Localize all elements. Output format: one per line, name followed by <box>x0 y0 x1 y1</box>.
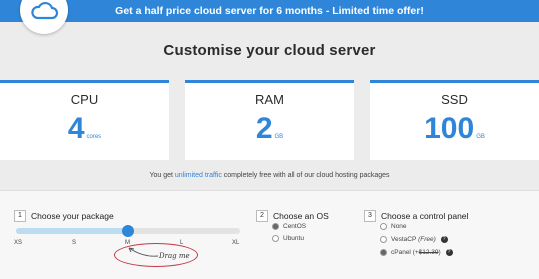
package-step-number: 1 <box>14 209 26 222</box>
cpu-unit: cores <box>86 134 102 140</box>
ssd-card: SSD 100 GB <box>370 80 539 160</box>
note-before: You get <box>149 172 175 179</box>
note-after: completely free with all of our cloud ho… <box>221 172 390 179</box>
ssd-label: SSD <box>441 92 468 107</box>
size-label-xl[interactable]: XL <box>232 240 239 246</box>
ram-label: RAM <box>255 92 284 107</box>
cpu-card: CPU 4 cores <box>0 80 169 160</box>
os-step-title: Choose an OS <box>273 210 329 221</box>
panel-option-label: cPanel <box>391 249 411 256</box>
package-step: 1 Choose your package <box>14 207 114 225</box>
radio-selected-icon <box>380 249 387 256</box>
cpu-label: CPU <box>70 92 99 107</box>
drag-hint-text: Drag me <box>159 252 190 260</box>
radio-unselected-icon <box>272 235 279 242</box>
help-icon[interactable]: ? <box>440 236 448 243</box>
radio-unselected-icon <box>380 223 387 230</box>
radio-unselected-icon <box>380 236 387 243</box>
radio-selected-icon <box>272 223 279 230</box>
traffic-note: You get unlimited traffic completely fre… <box>0 172 539 179</box>
control-panel-step-number: 3 <box>364 209 376 222</box>
cloud-icon <box>31 1 59 20</box>
panel-option-none[interactable]: None <box>380 223 407 230</box>
ssd-value: 100 <box>424 112 475 145</box>
panel-option-extra: (Free) <box>418 236 436 243</box>
ssd-unit: GB <box>476 134 485 140</box>
configuration-panel: 1 Choose your package XS S M L XL 2 Choose… <box>0 190 539 279</box>
panel-option-vestacp[interactable]: VestaCP (Free) ? <box>380 236 448 243</box>
ram-value: 2 <box>255 112 273 145</box>
control-panel-step-title: Choose a control panel <box>381 210 469 221</box>
ram-card: RAM 2 GB <box>185 80 354 160</box>
panel-option-label: None <box>391 223 407 230</box>
package-slider-fill <box>16 228 128 234</box>
panel-option-price: $12.39 <box>418 249 439 256</box>
package-slider-handle[interactable] <box>122 225 134 237</box>
cpu-value: 4 <box>67 112 85 145</box>
ram-unit: GB <box>274 134 284 140</box>
panel-option-extra: (+$12.39) <box>412 249 441 256</box>
os-option-label: Ubuntu <box>283 235 304 242</box>
size-label-s[interactable]: S <box>72 240 76 246</box>
os-option-ubuntu[interactable]: Ubuntu <box>272 235 304 242</box>
promo-banner[interactable]: Get a half price cloud server for 6 mont… <box>0 0 539 22</box>
panel-option-label: VestaCP <box>391 236 417 243</box>
panel-option-cpanel[interactable]: cPanel (+$12.39) ? <box>380 249 453 256</box>
unlimited-traffic-link[interactable]: unlimited traffic <box>175 172 222 179</box>
os-option-label: CentOS <box>283 223 307 230</box>
drag-hint-arrow-icon <box>128 247 159 257</box>
page-title: Customise your cloud server <box>163 42 376 59</box>
size-label-xs[interactable]: XS <box>14 240 22 246</box>
os-option-centos[interactable]: CentOS <box>272 223 306 230</box>
help-icon[interactable]: ? <box>445 249 453 256</box>
package-step-title: Choose your package <box>31 210 114 221</box>
promo-text: Get a half price cloud server for 6 mont… <box>115 5 424 17</box>
logo[interactable] <box>20 0 68 34</box>
os-step-number: 2 <box>256 209 268 222</box>
